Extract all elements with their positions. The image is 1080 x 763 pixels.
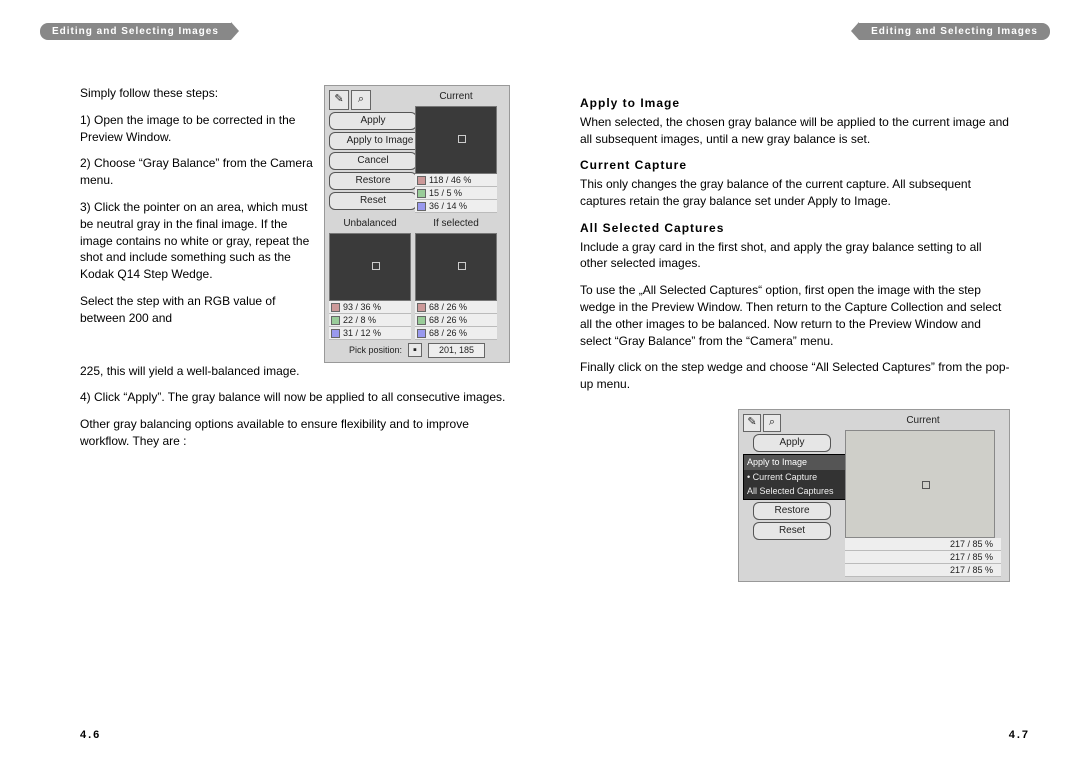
eyedropper-icon[interactable]: ✎	[329, 90, 349, 110]
unbalanced-b: 31 / 12 %	[343, 327, 381, 340]
para-all-selected-2: To use the „All Selected Captures“ optio…	[580, 282, 1010, 349]
spacer	[783, 414, 801, 432]
reset-button[interactable]: Reset	[329, 192, 417, 210]
dd-apply-to-image[interactable]: Apply to Image	[744, 455, 848, 470]
para-current-capture: This only changes the gray balance of th…	[580, 176, 1010, 210]
tool-row: ✎ ⌕	[743, 414, 841, 432]
header-bar-right: Editing and Selecting Images	[851, 22, 1050, 40]
val-g: 217 / 85 %	[845, 551, 1001, 564]
apply-button[interactable]: Apply	[329, 112, 417, 130]
thumb-if-selected	[415, 233, 497, 301]
dd-current-capture[interactable]: Current Capture	[744, 470, 848, 485]
current-r: 118 / 46 %	[429, 174, 471, 187]
para-all-selected-3: Finally click on the step wedge and choo…	[580, 359, 1010, 393]
current-b: 36 / 14 %	[429, 200, 467, 213]
apply-to-image-dropdown[interactable]: Apply to Image Current Capture All Selec…	[743, 454, 849, 500]
header-bar-left: Editing and Selecting Images	[40, 22, 239, 40]
unbalanced-g: 22 / 8 %	[343, 314, 376, 327]
page-number-left: 4.6	[80, 729, 101, 741]
para-apply-to-image: When selected, the chosen gray balance w…	[580, 114, 1010, 148]
pick-position-row: Pick position: ▪ 201, 185	[329, 343, 505, 358]
step-4: 4) Click “Apply”. The gray balance will …	[80, 389, 510, 406]
swatch-green-icon	[417, 316, 426, 325]
selected-g: 68 / 26 %	[429, 314, 467, 327]
swatch-red-icon	[417, 176, 426, 185]
pick-position-value: 201, 185	[428, 343, 485, 358]
step-3c: 225, this will yield a well-balanced ima…	[80, 363, 510, 380]
val-b: 217 / 85 %	[845, 564, 1001, 577]
selected-b: 68 / 26 %	[429, 327, 467, 340]
thumb-current	[415, 106, 497, 174]
swatch-green-icon	[331, 316, 340, 325]
dd-all-selected[interactable]: All Selected Captures	[744, 484, 848, 499]
para-all-selected-1: Include a gray card in the first shot, a…	[580, 239, 1010, 273]
page-right: Editing and Selecting Images Apply to Im…	[560, 0, 1060, 763]
heading-all-selected: All Selected Captures	[580, 220, 1010, 237]
thumb-unbalanced	[329, 233, 411, 301]
restore-button[interactable]: Restore	[329, 172, 417, 190]
magnifier-icon[interactable]: ⌕	[351, 90, 371, 110]
thumb-current	[845, 430, 995, 538]
swatch-blue-icon	[331, 329, 340, 338]
apply-button[interactable]: Apply	[753, 434, 831, 452]
figure-popup-panel: ✎ ⌕ Apply Apply to Image Current Capture…	[738, 409, 1010, 582]
val-r: 217 / 85 %	[845, 538, 1001, 551]
unbalanced-r: 93 / 36 %	[343, 301, 381, 314]
figure-gray-balance-panel: ✎ ⌕ Apply Apply to Image Cancel Restore …	[324, 85, 510, 363]
right-content: Apply to Image When selected, the chosen…	[580, 85, 1010, 582]
page-left: Editing and Selecting Images ✎ ⌕ Apply A…	[30, 0, 530, 763]
current-g: 15 / 5 %	[429, 187, 462, 200]
label-if-selected: If selected	[415, 217, 497, 231]
header-title: Editing and Selecting Images	[859, 23, 1050, 40]
header-title: Editing and Selecting Images	[40, 23, 231, 40]
tool-row: ✎ ⌕	[329, 90, 411, 110]
label-current: Current	[415, 90, 497, 104]
pick-position-label: Pick position:	[349, 344, 402, 357]
swatch-red-icon	[417, 303, 426, 312]
magnifier-icon[interactable]: ⌕	[763, 414, 781, 432]
page-number-right: 4.7	[1009, 729, 1030, 741]
label-unbalanced: Unbalanced	[329, 217, 411, 231]
cancel-button[interactable]: Cancel	[329, 152, 417, 170]
swatch-red-icon	[331, 303, 340, 312]
selected-r: 68 / 26 %	[429, 301, 467, 314]
reset-button[interactable]: Reset	[753, 522, 831, 540]
left-content: ✎ ⌕ Apply Apply to Image Cancel Restore …	[80, 85, 510, 460]
target-icon[interactable]: ▪	[408, 343, 422, 357]
eyedropper-icon[interactable]: ✎	[743, 414, 761, 432]
other-options-text: Other gray balancing options available t…	[80, 416, 510, 450]
label-current: Current	[845, 414, 1001, 428]
restore-button[interactable]: Restore	[753, 502, 831, 520]
header-notch	[231, 22, 239, 40]
heading-current-capture: Current Capture	[580, 157, 1010, 174]
header-notch	[851, 22, 859, 40]
heading-apply-to-image: Apply to Image	[580, 95, 1010, 112]
swatch-blue-icon	[417, 329, 426, 338]
swatch-green-icon	[417, 189, 426, 198]
swatch-blue-icon	[417, 202, 426, 211]
